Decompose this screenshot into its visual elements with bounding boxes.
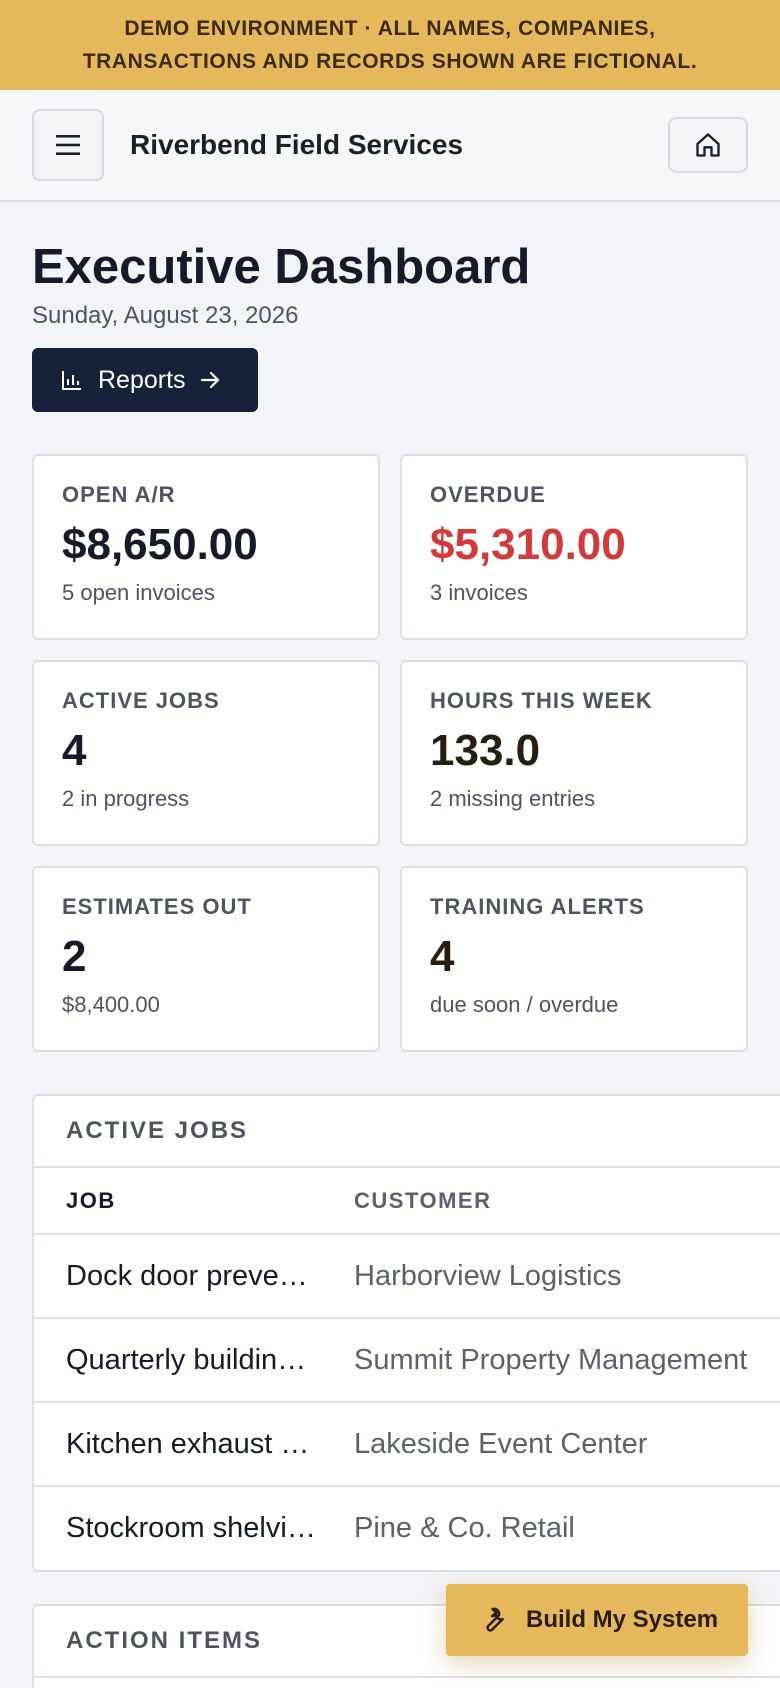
job-name: Stockroom shelving install <box>66 1512 322 1545</box>
table-header-row: JOB CUSTOMER <box>34 1168 780 1235</box>
brand-title: Riverbend Field Services <box>130 129 464 160</box>
reports-button[interactable]: Reports <box>32 348 258 412</box>
page-date: Sunday, August 23, 2026 <box>32 302 299 329</box>
kpi-card-hours-this-week[interactable]: HOURS THIS WEEK 133.0 2 missing entries <box>400 660 748 846</box>
kpi-subtext: $8,400.00 <box>62 992 160 1017</box>
job-cell: Quarterly building inspection <box>34 1318 354 1403</box>
job-cell: Kitchen exhaust duct cleaning <box>34 1402 354 1487</box>
home-icon <box>696 133 720 157</box>
customer-cell: Pine & Co. Retail <box>354 1512 575 1544</box>
customer-cell: Harborview Logistics <box>354 1234 780 1319</box>
kpi-value: $5,310.00 <box>430 520 626 569</box>
job-name: Dock door preventive maintenance <box>66 1259 322 1292</box>
kpi-card-open-ar[interactable]: OPEN A/R $8,650.00 5 open invoices <box>32 454 380 640</box>
kpi-subtext: due soon / overdue <box>430 992 619 1017</box>
kpi-value: 133.0 <box>430 726 541 775</box>
job-name: Kitchen exhaust duct cleaning <box>66 1427 322 1460</box>
build-my-system-button[interactable]: Build My System <box>446 1584 748 1656</box>
menu-button[interactable] <box>32 109 104 181</box>
kpi-subtext: 2 missing entries <box>430 786 596 811</box>
kpi-label: OPEN A/R <box>62 482 176 507</box>
reports-button-label: Reports <box>98 365 186 394</box>
hamburger-icon <box>56 135 80 155</box>
kpi-card-training-alerts[interactable]: TRAINING ALERTS 4 due soon / overdue <box>400 866 748 1052</box>
demo-banner: DEMO ENVIRONMENT · ALL NAMES, COMPANIES,… <box>0 0 780 90</box>
active-jobs-panel: ACTIVE JOBS JOB CUSTOMER Dock door preve… <box>32 1094 780 1572</box>
kpi-grid: OPEN A/R $8,650.00 5 open invoices OVERD… <box>32 454 748 1052</box>
kpi-label: ACTIVE JOBS <box>62 688 220 713</box>
kpi-subtext: 3 invoices <box>430 580 528 605</box>
active-jobs-table: JOB CUSTOMER Dock door preventive mainte… <box>34 1168 780 1570</box>
kpi-card-estimates-out[interactable]: ESTIMATES OUT 2 $8,400.00 <box>32 866 380 1052</box>
kpi-label: HOURS THIS WEEK <box>430 688 653 713</box>
customer-cell: Summit Property Management <box>354 1318 780 1403</box>
main-content: Executive Dashboard Sunday, August 23, 2… <box>0 238 780 1688</box>
kpi-label: ESTIMATES OUT <box>62 894 252 919</box>
build-my-system-label: Build My System <box>526 1606 719 1633</box>
table-row[interactable]: Quarterly building inspection Summit Pro… <box>34 1318 780 1403</box>
kpi-value: $8,650.00 <box>62 520 258 569</box>
kpi-value: 4 <box>430 932 455 981</box>
kpi-label: OVERDUE <box>430 482 546 507</box>
bar-chart-icon <box>62 371 81 390</box>
demo-banner-line2: TRANSACTIONS AND RECORDS SHOWN ARE FICTI… <box>82 50 698 73</box>
table-row[interactable]: Dock door preventive maintenance Harborv… <box>34 1234 780 1319</box>
kpi-label: TRAINING ALERTS <box>430 894 645 919</box>
wrench-icon <box>486 1607 504 1632</box>
top-bar: Riverbend Field Services <box>0 90 780 202</box>
active-jobs-title: ACTIVE JOBS <box>34 1096 780 1168</box>
column-header-customer[interactable]: CUSTOMER <box>354 1168 780 1235</box>
job-name: Quarterly building inspection <box>66 1343 322 1376</box>
table-row[interactable]: Stockroom shelving install Pine & Co. Re… <box>34 1486 780 1570</box>
kpi-subtext: 2 in progress <box>62 786 190 811</box>
demo-banner-line1: DEMO ENVIRONMENT · ALL NAMES, COMPANIES, <box>124 17 656 40</box>
job-cell: Stockroom shelving install <box>34 1486 354 1570</box>
table-row[interactable]: Kitchen exhaust duct cleaning Lakeside E… <box>34 1402 780 1487</box>
kpi-value: 4 <box>62 726 87 775</box>
kpi-card-active-jobs[interactable]: ACTIVE JOBS 4 2 in progress <box>32 660 380 846</box>
home-button[interactable] <box>668 117 748 173</box>
arrow-right-icon <box>200 371 219 389</box>
job-cell: Dock door preventive maintenance <box>34 1234 354 1319</box>
kpi-card-overdue[interactable]: OVERDUE $5,310.00 3 invoices <box>400 454 748 640</box>
page-title: Executive Dashboard <box>32 240 531 294</box>
kpi-value: 2 <box>62 932 87 981</box>
kpi-subtext: 5 open invoices <box>62 580 215 605</box>
column-header-job[interactable]: JOB <box>34 1168 354 1235</box>
customer-cell: Lakeside Event Center <box>354 1402 780 1487</box>
